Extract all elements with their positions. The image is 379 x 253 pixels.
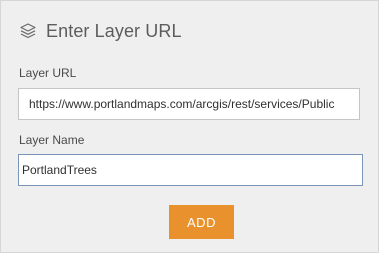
enter-layer-url-panel: Enter Layer URL Layer URL Layer Name ADD <box>0 0 379 253</box>
layer-name-input[interactable] <box>18 154 363 186</box>
add-button[interactable]: ADD <box>169 205 234 239</box>
panel-title: Enter Layer URL <box>46 20 182 41</box>
panel-header: Enter Layer URL <box>19 19 182 43</box>
layer-url-input[interactable] <box>18 88 360 120</box>
layer-url-label: Layer URL <box>19 66 77 80</box>
layers-icon <box>19 22 37 40</box>
layer-name-label: Layer Name <box>19 133 85 147</box>
